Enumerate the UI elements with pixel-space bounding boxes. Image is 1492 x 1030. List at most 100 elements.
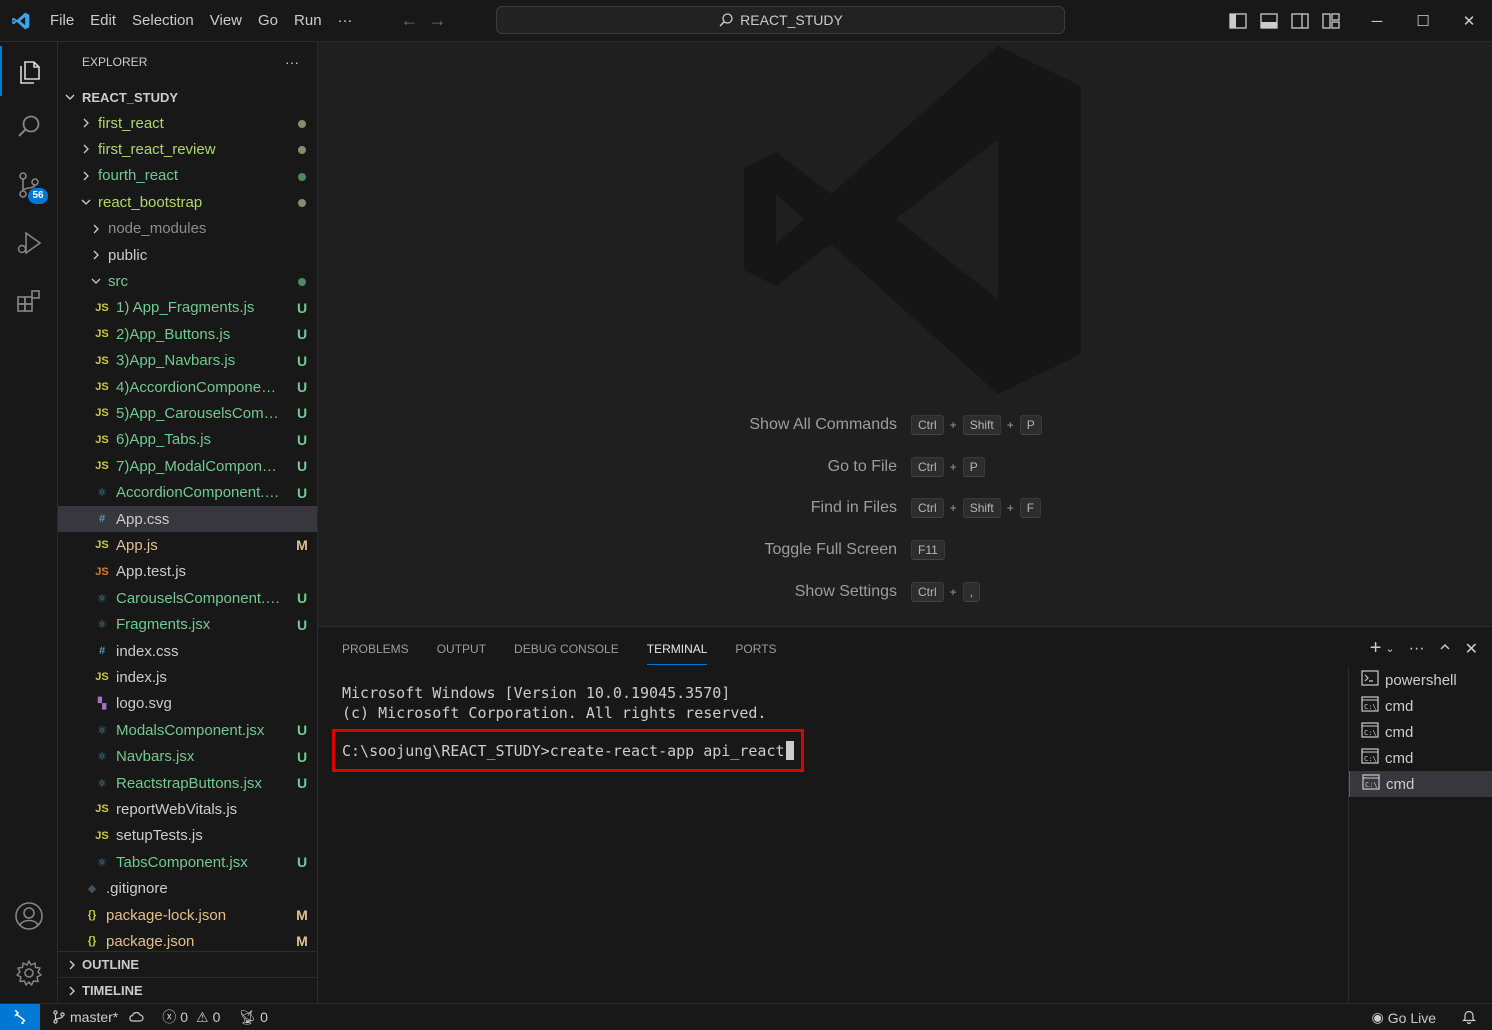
folder-item[interactable]: fourth_react	[58, 163, 317, 189]
folder-item[interactable]: public	[58, 242, 317, 268]
menu-go[interactable]: Go	[250, 0, 286, 42]
file-item[interactable]: JS 3)App_Navbars.js U	[58, 348, 317, 374]
explorer-more-button[interactable]: ···	[285, 54, 299, 70]
accounts-icon[interactable]	[0, 891, 58, 941]
file-name: Fragments.jsx	[116, 616, 211, 634]
file-item[interactable]: ⚛ CarouselsComponent.jsx U	[58, 585, 317, 611]
file-item[interactable]: JS 7)App_ModalComponent.js U	[58, 453, 317, 479]
sync-cloud-icon[interactable]	[128, 1010, 144, 1024]
go-live-button[interactable]: ◉ Go Live	[1372, 1009, 1436, 1026]
timeline-section[interactable]: TIMELINE	[58, 977, 317, 1003]
source-control-icon[interactable]: 56	[0, 160, 58, 210]
folder-item[interactable]: first_react_review	[58, 136, 317, 162]
folder-item[interactable]: src	[58, 268, 317, 294]
file-item[interactable]: JS reportWebVitals.js	[58, 796, 317, 822]
file-type-icon: ◆	[87, 883, 97, 896]
file-item[interactable]: ⚛ Navbars.jsx U	[58, 744, 317, 770]
terminal-list-item[interactable]: C:\ cmd	[1349, 719, 1492, 745]
shortcut-keys: Ctrl + P	[911, 456, 985, 477]
tab-ports[interactable]: PORTS	[735, 627, 776, 671]
cmd-terminal-icon: C:\	[1361, 722, 1379, 742]
file-item[interactable]: # App.css	[58, 506, 317, 532]
more-actions-icon[interactable]: ···	[1409, 640, 1425, 658]
file-item[interactable]: ⚛ Fragments.jsx U	[58, 612, 317, 638]
file-item[interactable]: {} package-lock.json M	[58, 902, 317, 928]
file-type-icon: ⚛	[97, 856, 107, 869]
terminal-output[interactable]: Microsoft Windows [Version 10.0.19045.35…	[342, 683, 766, 723]
workspace-root[interactable]: REACT_STUDY	[58, 84, 317, 110]
error-icon: ⓧ	[162, 1009, 177, 1025]
toggle-panel-icon[interactable]	[1253, 0, 1284, 42]
file-item[interactable]: ◆ .gitignore	[58, 876, 317, 902]
branch-indicator[interactable]: master*	[52, 1009, 144, 1025]
file-item[interactable]: JS 5)App_CarouselsComponent.js U	[58, 400, 317, 426]
file-item[interactable]: ⚛ ModalsComponent.jsx U	[58, 717, 317, 743]
toggle-secondary-sidebar-icon[interactable]	[1284, 0, 1315, 42]
explorer-icon[interactable]	[0, 46, 58, 96]
file-type-icon: ⚛	[97, 592, 107, 605]
chevron-down-icon[interactable]: ⌄	[1385, 642, 1394, 655]
problems-indicator[interactable]: ⓧ 0 ⚠ 0	[162, 1007, 220, 1027]
menu-edit[interactable]: Edit	[82, 0, 124, 42]
notifications-bell-icon[interactable]	[1462, 1009, 1476, 1027]
close-panel-icon[interactable]: ✕	[1465, 639, 1478, 659]
keyboard-key: F11	[911, 540, 945, 561]
menu-file[interactable]: File	[42, 0, 82, 42]
terminal-name: cmd	[1385, 697, 1414, 715]
settings-gear-icon[interactable]	[0, 948, 58, 998]
svg-text:C:\: C:\	[1364, 703, 1377, 711]
file-item[interactable]: ⚛ ReactstrapButtons.jsx U	[58, 770, 317, 796]
tab-terminal[interactable]: TERMINAL	[646, 627, 707, 671]
terminal-list-item[interactable]: C:\ cmd	[1349, 745, 1492, 771]
forward-arrow-icon[interactable]: →	[429, 10, 447, 31]
file-item[interactable]: JS index.js	[58, 664, 317, 690]
command-center-search[interactable]: REACT_STUDY	[496, 6, 1065, 34]
run-debug-icon[interactable]	[0, 218, 58, 268]
file-item[interactable]: JS App.test.js	[58, 559, 317, 585]
new-terminal-plus-icon[interactable]: +	[1370, 637, 1382, 660]
outline-section[interactable]: OUTLINE	[58, 951, 317, 977]
remote-indicator-icon[interactable]	[0, 1003, 40, 1030]
tab-output[interactable]: OUTPUT	[437, 627, 486, 671]
file-type-icon: JS	[95, 301, 109, 314]
keyboard-key: Ctrl	[911, 456, 944, 477]
terminal-prompt-line[interactable]: C:\soojung\REACT_STUDY> create-react-app …	[342, 741, 794, 760]
folder-item[interactable]: first_react	[58, 110, 317, 136]
file-item[interactable]: JS App.js M	[58, 532, 317, 558]
chevron-right-icon	[78, 141, 94, 157]
file-item[interactable]: ▚ logo.svg	[58, 691, 317, 717]
menu-selection[interactable]: Selection	[124, 0, 202, 42]
shortcut-label: Find in Files	[810, 499, 897, 517]
file-item[interactable]: ⚛ AccordionComponent.jsx U	[58, 480, 317, 506]
file-item[interactable]: # index.css	[58, 638, 317, 664]
file-item[interactable]: JS 2)App_Buttons.js U	[58, 321, 317, 347]
folder-item[interactable]: node_modules	[58, 216, 317, 242]
terminal-list-item[interactable]: C:\ cmd	[1349, 771, 1492, 797]
close-window-button[interactable]: ✕	[1446, 0, 1492, 42]
menu-view[interactable]: View	[202, 0, 250, 42]
ports-indicator[interactable]: 📡︎ 0	[238, 1009, 268, 1026]
more-menu-button[interactable]: ···	[330, 0, 361, 42]
terminal-cursor	[785, 741, 794, 760]
toggle-primary-sidebar-icon[interactable]	[1222, 0, 1253, 42]
file-item[interactable]: JS setupTests.js	[58, 823, 317, 849]
back-arrow-icon[interactable]: ←	[401, 10, 419, 31]
extensions-icon[interactable]	[0, 276, 58, 326]
file-type-icon: JS	[95, 381, 109, 393]
terminal-list-item[interactable]: C:\ cmd	[1349, 693, 1492, 719]
search-icon[interactable]	[0, 102, 58, 152]
maximize-button[interactable]: ☐	[1400, 0, 1446, 42]
maximize-panel-icon[interactable]	[1439, 640, 1451, 658]
file-item[interactable]: ⚛ TabsComponent.jsx U	[58, 849, 317, 875]
file-type-icon: ▚	[97, 698, 107, 711]
tab-problems[interactable]: PROBLEMS	[342, 627, 409, 671]
file-item[interactable]: JS 1) App_Fragments.js U	[58, 295, 317, 321]
customize-layout-icon[interactable]	[1315, 0, 1346, 42]
terminal-list-item[interactable]: powershell	[1349, 667, 1492, 693]
file-item[interactable]: JS 4)AccordionComponent.js U	[58, 374, 317, 400]
tab-debug-console[interactable]: DEBUG CONSOLE	[514, 627, 619, 671]
menu-run[interactable]: Run	[286, 0, 330, 42]
minimize-button[interactable]: ─	[1354, 0, 1400, 42]
folder-item[interactable]: react_bootstrap	[58, 189, 317, 215]
file-item[interactable]: JS 6)App_Tabs.js U	[58, 427, 317, 453]
